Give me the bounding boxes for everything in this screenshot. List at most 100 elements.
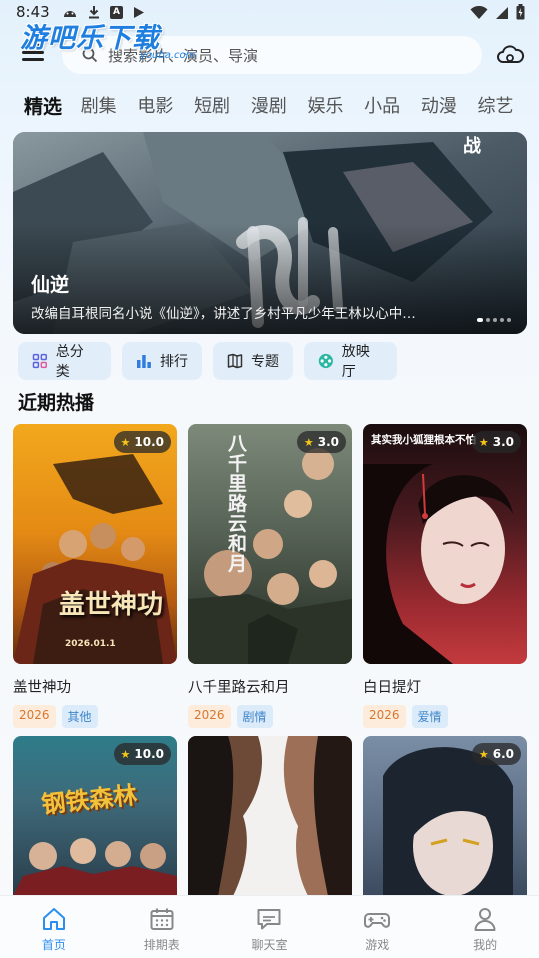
section-title: 近期热播 xyxy=(18,392,95,414)
video-tags: 2026 爱情 xyxy=(363,705,527,728)
video-card[interactable]: 其实我小狐狸根本不怕 ★ 3.0 白日提灯 2026 爱情 xyxy=(363,424,527,728)
star-icon: ★ xyxy=(478,435,489,449)
topics-button[interactable]: 专题 xyxy=(213,342,293,380)
tab-variety[interactable]: 综艺 xyxy=(478,92,535,122)
year-tag: 2026 xyxy=(363,705,406,728)
banner-title: 仙逆 xyxy=(31,274,70,296)
video-poster: 八千里路云和月 ★ 3.0 xyxy=(188,424,352,664)
signal-icon xyxy=(495,5,509,24)
pagination-dot xyxy=(507,318,511,322)
poster-title-art: 盖世神功 xyxy=(59,590,164,620)
video-tags: 2026 其他 xyxy=(13,705,177,728)
watermark-domain: youba.com xyxy=(140,50,196,61)
pagination-dot xyxy=(493,318,497,322)
tab-anime[interactable]: 动漫 xyxy=(421,92,478,122)
poster-artwork xyxy=(188,736,352,896)
nav-label: 我的 xyxy=(473,938,498,952)
featured-banner[interactable]: 战 仙逆 改编自耳根同名小说《仙逆》，讲述了乡村平凡少年王林以心中… xyxy=(13,132,527,334)
ranking-button[interactable]: 排行 xyxy=(122,342,202,380)
rating-value: 3.0 xyxy=(492,435,514,449)
video-tags: 2026 剧情 xyxy=(188,705,352,728)
video-poster: ★ 6.0 xyxy=(363,736,527,896)
topics-label: 专题 xyxy=(251,354,279,370)
nav-home[interactable]: 首页 xyxy=(0,896,108,958)
calendar-icon xyxy=(150,908,174,930)
bottom-navigation: 首页 排期表 聊天室 游戏 我的 xyxy=(0,895,539,958)
screening-room-label: 放映厅 xyxy=(341,344,370,380)
poster-title-art: 八千里路云和月 xyxy=(228,433,248,575)
tab-entertainment[interactable]: 娱乐 xyxy=(307,92,364,122)
nav-schedule[interactable]: 排期表 xyxy=(108,896,216,958)
home-icon xyxy=(42,908,65,930)
tab-short-drama[interactable]: 短剧 xyxy=(194,92,251,122)
tab-sketch[interactable]: 小品 xyxy=(364,92,421,122)
rating-badge: ★ 10.0 xyxy=(113,431,171,453)
banner-description: 改编自耳根同名小说《仙逆》，讲述了乡村平凡少年王林以心中… xyxy=(31,306,416,322)
banner-corner-text: 战 xyxy=(463,136,481,157)
video-card[interactable]: 钢铁森林 ★ 10.0 xyxy=(13,736,177,896)
star-icon: ★ xyxy=(478,747,489,761)
poster-artwork xyxy=(363,464,513,664)
video-title: 白日提灯 xyxy=(363,680,421,696)
genre-tag: 剧情 xyxy=(236,705,273,728)
video-title: 八千里路云和月 xyxy=(188,680,290,696)
rating-badge: ★ 3.0 xyxy=(296,431,346,453)
video-card[interactable]: 八千里路云和月 ★ 3.0 八千里路云和月 2026 剧情 xyxy=(188,424,352,728)
rating-value: 10.0 xyxy=(134,435,164,449)
tab-series[interactable]: 剧集 xyxy=(81,92,138,122)
star-icon: ★ xyxy=(120,435,131,449)
rating-value: 3.0 xyxy=(317,435,339,449)
chat-icon xyxy=(257,909,281,930)
star-icon: ★ xyxy=(120,747,131,761)
menu-icon-line xyxy=(22,58,44,61)
video-card[interactable] xyxy=(188,736,352,896)
nav-chat-room[interactable]: 聊天室 xyxy=(216,896,324,958)
cloud-sync-button[interactable] xyxy=(495,40,525,70)
nav-label: 排期表 xyxy=(143,938,180,952)
wifi-icon xyxy=(470,5,488,24)
battery-icon xyxy=(516,4,525,24)
nav-label: 游戏 xyxy=(365,938,390,952)
rating-badge: ★ 3.0 xyxy=(471,431,521,453)
tab-movies[interactable]: 电影 xyxy=(137,92,194,122)
poster-release-date: 2026.01.1 xyxy=(65,639,116,649)
video-card[interactable]: ★ 6.0 xyxy=(363,736,527,896)
bar-chart-icon xyxy=(137,355,151,368)
poster-artwork xyxy=(13,454,177,664)
film-reel-icon xyxy=(318,353,333,369)
all-categories-label: 总分类 xyxy=(55,344,84,380)
video-poster: 钢铁森林 ★ 10.0 xyxy=(13,736,177,896)
system-icons xyxy=(470,4,525,24)
watermark-logo: 游吧乐下载 xyxy=(20,23,160,54)
screening-room-button[interactable]: 放映厅 xyxy=(304,342,397,380)
all-categories-button[interactable]: 总分类 xyxy=(18,342,111,380)
poster-title-art: 其实我小狐狸根本不怕 xyxy=(371,434,476,446)
pagination-dot xyxy=(486,318,490,322)
ranking-label: 排行 xyxy=(160,354,188,370)
nav-profile[interactable]: 我的 xyxy=(431,896,539,958)
tab-featured[interactable]: 精选 xyxy=(24,92,81,122)
rating-value: 10.0 xyxy=(134,747,164,761)
gamepad-icon xyxy=(364,913,391,928)
video-card[interactable]: 盖世神功 2026.01.1 ★ 10.0 盖世神功 2026 其他 xyxy=(13,424,177,728)
grid-icon xyxy=(32,353,47,369)
genre-tag: 其他 xyxy=(61,705,98,728)
rating-badge: ★ 6.0 xyxy=(471,743,521,765)
genre-tag: 爱情 xyxy=(411,705,448,728)
nav-label: 首页 xyxy=(41,938,66,952)
star-icon: ★ xyxy=(303,435,314,449)
video-poster: 盖世神功 2026.01.1 ★ 10.0 xyxy=(13,424,177,664)
year-tag: 2026 xyxy=(188,705,231,728)
video-title: 盖世神功 xyxy=(13,680,71,696)
pagination-dot xyxy=(500,318,504,322)
year-tag: 2026 xyxy=(13,705,56,728)
video-poster: 其实我小狐狸根本不怕 ★ 3.0 xyxy=(363,424,527,664)
rating-value: 6.0 xyxy=(492,747,514,761)
tab-comic-drama[interactable]: 漫剧 xyxy=(251,92,308,122)
nav-games[interactable]: 游戏 xyxy=(323,896,431,958)
book-icon xyxy=(227,353,243,369)
user-icon xyxy=(474,908,496,931)
cloud-icon xyxy=(497,45,525,63)
pagination-dot xyxy=(477,318,483,322)
banner-pagination xyxy=(477,318,511,322)
